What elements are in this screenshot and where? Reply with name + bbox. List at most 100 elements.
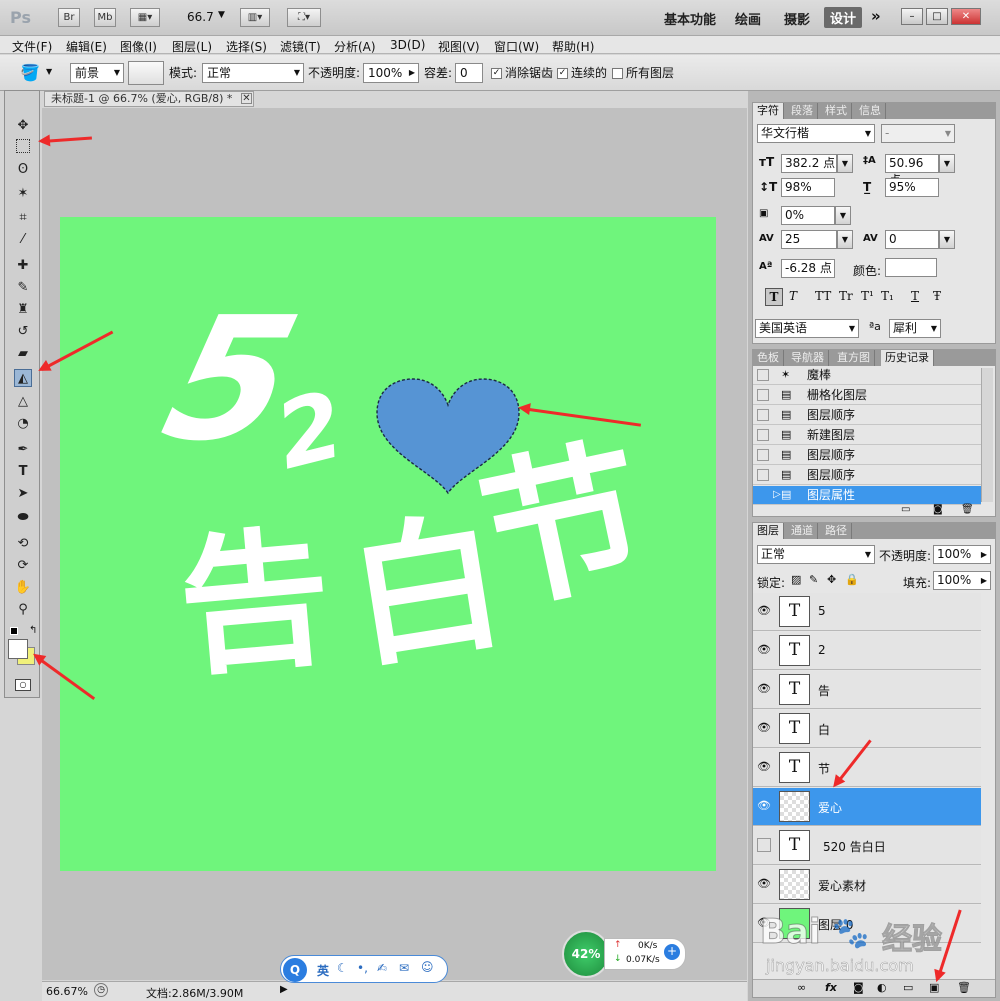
arrange-documents-button[interactable]: ▥▾ <box>240 8 270 27</box>
fill-field[interactable]: 100% ▶ <box>933 571 991 590</box>
clone-stamp-tool-icon[interactable]: ♜ <box>14 301 32 319</box>
layer-row[interactable]: 👁 T 5 <box>753 593 981 631</box>
workspace-design[interactable]: 设计 <box>824 7 863 28</box>
view-extras-button[interactable]: ▦▾ <box>130 8 160 27</box>
lock-position-icon[interactable]: ✥ <box>827 573 836 586</box>
path-selection-tool-icon[interactable]: ➤ <box>14 485 32 503</box>
tab-paths[interactable]: 路径 <box>821 523 852 539</box>
history-item[interactable]: ▤ 图层顺序 <box>753 466 981 485</box>
quick-mask-icon[interactable]: ○ <box>15 679 31 691</box>
close-button[interactable]: ✕ <box>951 8 981 25</box>
leading-dropdown-icon[interactable]: ▼ <box>939 154 955 173</box>
more-workspaces-icon[interactable]: » <box>871 7 881 25</box>
menu-filter[interactable]: 滤镜(T) <box>280 38 321 55</box>
visibility-eye-icon[interactable]: 👁 <box>757 604 771 618</box>
history-scrollbar[interactable] <box>981 368 993 502</box>
tab-channels[interactable]: 通道 <box>787 523 818 539</box>
faux-italic-button[interactable]: T <box>789 289 797 303</box>
marquee-tool-icon[interactable] <box>16 139 30 153</box>
snapshot-icon[interactable]: ◙ <box>933 504 943 515</box>
language-select[interactable]: 美国英语 ▼ <box>755 319 859 338</box>
small-caps-button[interactable]: Tr <box>839 289 853 303</box>
tab-info[interactable]: 信息 <box>855 103 886 119</box>
delete-layer-icon[interactable]: 🗑 <box>957 981 971 994</box>
lock-pixels-icon[interactable]: ✎ <box>809 573 818 586</box>
zoom-tool-icon[interactable]: ⚲ <box>14 601 32 619</box>
tab-history[interactable]: 历史记录 <box>881 350 934 366</box>
new-group-icon[interactable]: ▭ <box>903 981 913 994</box>
antialias-method-select[interactable]: 犀利 ▼ <box>889 319 941 338</box>
screen-mode-button[interactable]: ⛶▾ <box>287 8 321 27</box>
3d-rotate-tool-icon[interactable]: ⟲ <box>14 535 32 553</box>
workspace-painting[interactable]: 绘画 <box>735 9 761 28</box>
brush-tool-icon[interactable]: ✎ <box>14 279 32 297</box>
3d-orbit-tool-icon[interactable]: ⟳ <box>14 557 32 575</box>
foreground-color-swatch[interactable] <box>8 639 28 659</box>
baseline-shift-field[interactable]: -6.28 点 <box>781 259 835 278</box>
status-menu-arrow-icon[interactable]: ▶ <box>280 984 288 995</box>
status-zoom[interactable]: 66.67% <box>46 985 88 998</box>
link-layers-icon[interactable]: ∞ <box>797 981 806 994</box>
layer-row[interactable]: 👁 图层 0 <box>753 905 981 943</box>
zoom-level[interactable]: 66.7 <box>187 10 214 24</box>
history-trash-icon[interactable]: 🗑 <box>961 504 974 515</box>
all-caps-button[interactable]: TT <box>815 289 831 303</box>
blend-mode-select[interactable]: 正常 ▼ <box>757 545 875 564</box>
layer-row[interactable]: 👁 T 节 <box>753 749 981 787</box>
close-document-icon[interactable]: ✕ <box>241 93 252 104</box>
workspace-photography[interactable]: 摄影 <box>784 9 810 28</box>
ime-emoji-icon[interactable]: ☺ <box>421 960 434 974</box>
tracking-field[interactable]: 0 <box>885 230 939 249</box>
layer-row[interactable]: T 520 告白日 <box>753 827 981 865</box>
faux-bold-button[interactable]: T <box>765 288 783 306</box>
history-item-current[interactable]: ▷ ▤ 图层属性 <box>753 486 981 505</box>
fill-source-select[interactable]: 前景 ▼ <box>70 63 124 83</box>
visibility-hidden-box[interactable] <box>757 838 771 852</box>
lock-all-icon[interactable]: 🔒 <box>845 573 859 586</box>
new-document-from-state-icon[interactable]: ▭ <box>901 504 910 515</box>
pattern-picker[interactable] <box>128 61 164 85</box>
tab-paragraph[interactable]: 段落 <box>787 103 818 119</box>
visibility-eye-icon[interactable]: 👁 <box>757 721 771 735</box>
menu-view[interactable]: 视图(V) <box>438 38 480 55</box>
visibility-eye-icon[interactable]: 👁 <box>757 682 771 696</box>
history-item[interactable]: ▤ 图层顺序 <box>753 406 981 425</box>
menu-edit[interactable]: 编辑(E) <box>66 38 107 55</box>
status-info-icon[interactable]: ◷ <box>94 983 108 997</box>
tab-layers[interactable]: 图层 <box>753 523 784 539</box>
maximize-button[interactable]: □ <box>926 8 948 25</box>
all-layers-checkbox[interactable] <box>612 68 623 79</box>
layer-row[interactable]: 👁 T 告 <box>753 671 981 709</box>
strikethrough-button[interactable]: Ŧ <box>933 289 941 303</box>
crop-tool-icon[interactable]: ⌗ <box>14 209 32 227</box>
subscript-button[interactable]: T₁ <box>881 289 894 303</box>
tsume-dropdown-icon[interactable]: ▼ <box>835 206 851 225</box>
vertical-scale-field[interactable]: 98% <box>781 178 835 197</box>
menu-window[interactable]: 窗口(W) <box>494 38 539 55</box>
document-tab[interactable]: 未标题-1 @ 66.7% (爱心, RGB/8) * ✕ <box>44 91 254 107</box>
canvas[interactable]: 5 2 告 白 节 <box>60 217 716 871</box>
paint-bucket-preset-icon[interactable]: 🪣 <box>20 63 40 82</box>
lock-transparency-icon[interactable]: ▨ <box>791 573 801 586</box>
healing-brush-tool-icon[interactable]: ✚ <box>14 257 32 275</box>
net-percent[interactable]: 42% <box>562 930 610 978</box>
font-size-field[interactable]: 382.2 点 <box>781 154 837 173</box>
magic-wand-tool-icon[interactable]: ✶ <box>14 185 32 203</box>
ellipse-tool-icon[interactable]: ⬬ <box>14 509 32 527</box>
layer-row[interactable]: 👁 爱心素材 <box>753 866 981 904</box>
antialias-checkbox[interactable]: ✓ <box>491 68 502 79</box>
layer-row[interactable]: 👁 T 2 <box>753 632 981 670</box>
visibility-eye-icon[interactable]: 👁 <box>757 643 771 657</box>
ime-tools-icon[interactable]: ✍ <box>377 961 387 975</box>
opacity-field[interactable]: 100% ▶ <box>363 63 419 83</box>
tab-swatches[interactable]: 色板 <box>753 350 784 366</box>
visibility-eye-icon[interactable]: 👁 <box>757 916 771 930</box>
hand-tool-icon[interactable]: ✋ <box>14 579 32 597</box>
swap-colors-icon[interactable]: ↰ <box>29 625 37 636</box>
paint-bucket-tool-icon[interactable]: ◭ <box>14 369 32 387</box>
eyedropper-tool-icon[interactable]: ⁄ <box>14 231 32 249</box>
kerning-field[interactable]: 25 <box>781 230 837 249</box>
menu-image[interactable]: 图像(I) <box>120 38 157 55</box>
workspace-essentials[interactable]: 基本功能 <box>664 9 716 28</box>
ime-moon-icon[interactable]: ☾ <box>337 961 348 975</box>
